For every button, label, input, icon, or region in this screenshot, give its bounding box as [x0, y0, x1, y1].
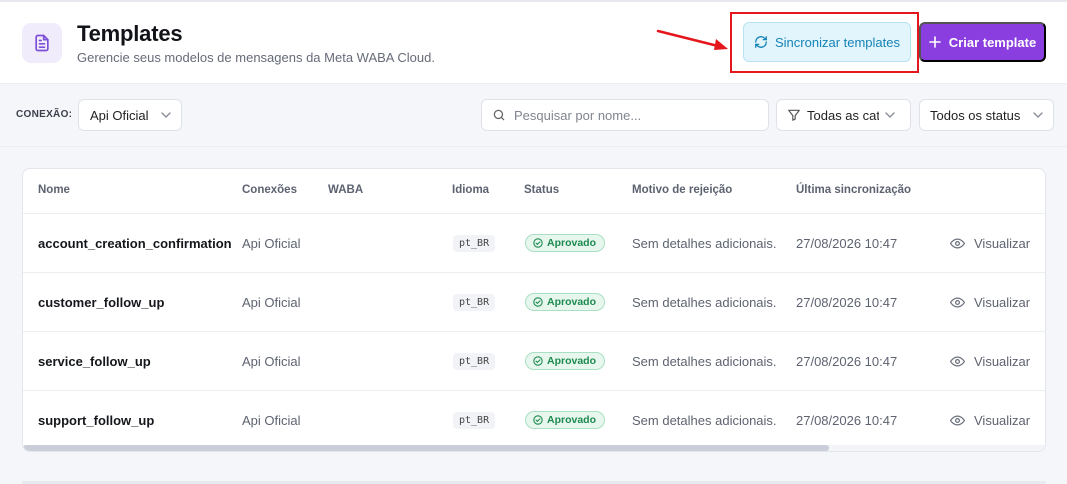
create-template-label: Criar template — [948, 34, 1037, 50]
chevron-down-icon — [1033, 112, 1043, 118]
eye-icon — [950, 355, 965, 367]
view-button-label: Visualizar — [974, 235, 1031, 251]
view-button-label: Visualizar — [974, 353, 1031, 369]
view-button[interactable]: Visualizar — [950, 214, 1030, 272]
template-status: Aprovado — [525, 273, 606, 331]
check-circle-icon — [533, 356, 543, 366]
check-circle-icon — [533, 415, 543, 425]
rejection-reason: Sem detalhes adicionais. — [632, 412, 777, 428]
chevron-down-icon — [161, 112, 171, 118]
plus-icon — [928, 36, 941, 48]
column-header-name[interactable]: Nome — [38, 184, 70, 196]
last-sync: 27/08/2026 10:47 — [796, 294, 898, 310]
status-badge: Aprovado — [525, 293, 606, 311]
last-sync: 27/08/2026 10:47 — [796, 412, 898, 428]
search-box[interactable] — [481, 99, 769, 131]
template-status: Aprovado — [525, 214, 606, 272]
column-header-connections[interactable]: Conexões — [242, 184, 297, 196]
view-button[interactable]: Visualizar — [950, 391, 1030, 449]
eye-icon — [950, 237, 965, 249]
column-header-waba[interactable]: WABA — [328, 184, 363, 196]
language-tag: pt_BR — [453, 411, 496, 429]
templates-table: Nome Conexões WABA Idioma Status Motivo … — [22, 168, 1046, 452]
filters-divider — [0, 146, 1067, 147]
last-sync: 27/08/2026 10:47 — [796, 235, 898, 251]
table-row: customer_follow_up Api Oficial pt_BR Apr… — [23, 273, 1045, 332]
search-input[interactable] — [514, 107, 754, 123]
red-arrow-annotation — [656, 29, 728, 50]
status-select-value: Todos os status — [930, 107, 1021, 123]
template-name: service_follow_up — [38, 353, 151, 369]
eye-icon — [950, 414, 965, 426]
status-badge-label: Aprovado — [547, 355, 597, 367]
status-badge-label: Aprovado — [547, 296, 597, 308]
rejection-reason: Sem detalhes adicionais. — [632, 294, 777, 310]
status-badge: Aprovado — [525, 411, 606, 429]
page-subtitle: Gerencie seus modelos de mensagens da Me… — [77, 50, 435, 65]
template-language: pt_BR — [453, 391, 496, 449]
column-header-last-sync[interactable]: Última sincronização — [796, 184, 911, 196]
language-tag: pt_BR — [453, 234, 496, 252]
table-row: service_follow_up Api Oficial pt_BR Apro… — [23, 332, 1045, 391]
template-name: support_follow_up — [38, 412, 155, 428]
refresh-icon — [755, 36, 767, 48]
page-title: Templates — [77, 21, 183, 46]
template-connection: Api Oficial — [242, 294, 301, 310]
check-circle-icon — [533, 297, 543, 307]
search-icon — [493, 109, 505, 121]
view-button-label: Visualizar — [974, 294, 1031, 310]
connection-select-value: Api Oficial — [90, 107, 149, 123]
column-header-status[interactable]: Status — [524, 184, 559, 196]
status-select[interactable]: Todos os status — [919, 99, 1054, 131]
view-button-label: Visualizar — [974, 412, 1031, 428]
check-circle-icon — [533, 238, 543, 248]
status-badge-label: Aprovado — [547, 237, 597, 249]
status-badge: Aprovado — [525, 352, 606, 370]
status-badge-label: Aprovado — [547, 414, 597, 426]
column-header-rejection-reason[interactable]: Motivo de rejeição — [632, 184, 732, 196]
document-icon — [22, 23, 62, 63]
filter-icon — [788, 109, 800, 121]
template-language: pt_BR — [453, 214, 496, 272]
template-name: customer_follow_up — [38, 294, 165, 310]
template-language: pt_BR — [453, 273, 496, 331]
rejection-reason: Sem detalhes adicionais. — [632, 353, 777, 369]
connection-select[interactable]: Api Oficial — [78, 99, 182, 131]
language-tag: pt_BR — [453, 352, 496, 370]
table-row: support_follow_up Api Oficial pt_BR Apro… — [23, 391, 1045, 450]
language-tag: pt_BR — [453, 293, 496, 311]
view-button[interactable]: Visualizar — [950, 332, 1030, 390]
column-header-language[interactable]: Idioma — [452, 184, 489, 196]
sync-templates-button[interactable]: Sincronizar templates — [743, 22, 911, 62]
table-row: account_creation_confirmation Api Oficia… — [23, 214, 1045, 273]
template-connection: Api Oficial — [242, 353, 301, 369]
template-connection: Api Oficial — [242, 235, 301, 251]
connection-label: CONEXÃO: — [16, 109, 73, 120]
eye-icon — [950, 296, 965, 308]
status-badge: Aprovado — [525, 234, 606, 252]
template-name: account_creation_confirmation — [38, 235, 232, 251]
category-select-value: Todas as categorias — [807, 107, 879, 123]
last-sync: 27/08/2026 10:47 — [796, 353, 898, 369]
view-button[interactable]: Visualizar — [950, 273, 1030, 331]
sync-templates-label: Sincronizar templates — [775, 34, 900, 50]
rejection-reason: Sem detalhes adicionais. — [632, 235, 777, 251]
template-language: pt_BR — [453, 332, 496, 390]
template-status: Aprovado — [525, 332, 606, 390]
horizontal-scrollbar-thumb[interactable] — [23, 445, 829, 451]
chevron-down-icon — [885, 112, 895, 118]
template-connection: Api Oficial — [242, 412, 301, 428]
template-status: Aprovado — [525, 391, 606, 449]
create-template-button[interactable]: Criar template — [919, 22, 1046, 62]
category-select[interactable]: Todas as categorias — [776, 99, 911, 131]
